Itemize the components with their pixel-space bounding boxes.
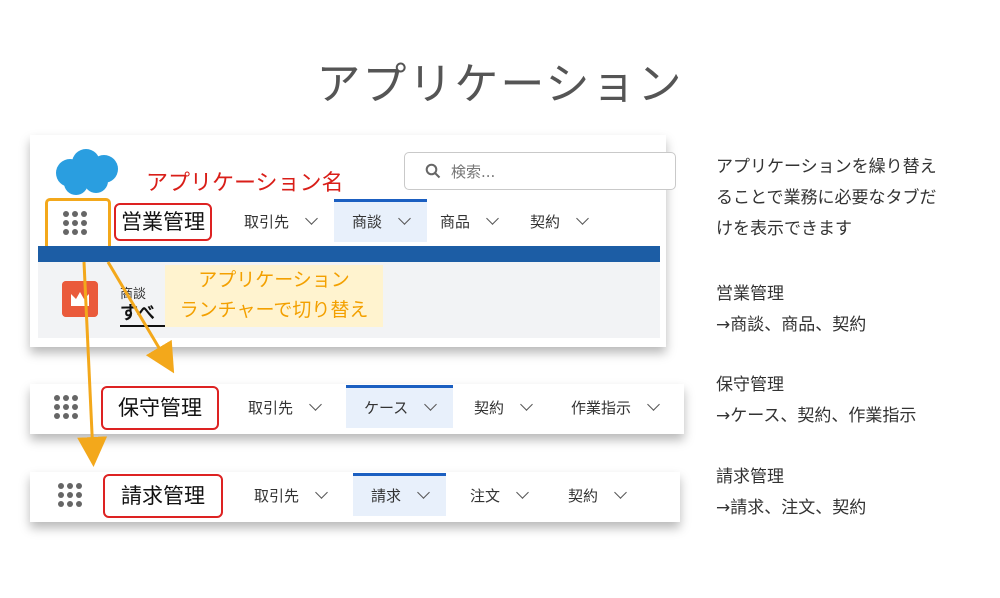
- chevron-down-icon: [398, 212, 411, 225]
- list-view-title[interactable]: すべ: [120, 299, 155, 325]
- tab-orders[interactable]: 注文: [470, 476, 529, 516]
- chevron-down-icon: [305, 212, 318, 225]
- app-name-callout: アプリケーション名: [146, 171, 344, 196]
- chevron-down-icon: [576, 212, 589, 225]
- chevron-down-icon: [614, 486, 627, 499]
- screenshot-billing-app: 請求管理 取引先 請求 注文 契約: [30, 472, 680, 522]
- chevron-down-icon: [516, 486, 529, 499]
- tab-accounts[interactable]: 取引先: [244, 202, 318, 242]
- page-title: アプリケーション: [316, 59, 684, 110]
- app-name: 請求管理: [103, 474, 223, 518]
- header-band: [38, 246, 660, 262]
- app-name: 営業管理: [114, 203, 212, 241]
- screenshot-sales-app: アプリケーション名 検索... 営業管理 取引先 商談 商品 契約 商談 すべ …: [30, 135, 676, 347]
- chevron-down-icon: [309, 398, 322, 411]
- salesforce-cloud-icon: [56, 149, 118, 195]
- intro-note: アプリケーションを繰り替え ることで業務に必要なタブだ けを表示できます: [716, 157, 937, 239]
- tab-contracts[interactable]: 契約: [568, 476, 627, 516]
- tab-work-orders[interactable]: 作業指示: [571, 388, 660, 428]
- tab-accounts[interactable]: 取引先: [254, 476, 328, 516]
- billing-note: 請求管理 →請求、注文、契約: [716, 467, 867, 518]
- search-placeholder: 検索...: [451, 163, 496, 181]
- chevron-down-icon: [417, 486, 430, 499]
- tab-accounts[interactable]: 取引先: [248, 388, 322, 428]
- search-input[interactable]: 検索...: [404, 152, 676, 190]
- app-name: 保守管理: [101, 386, 219, 430]
- chevron-down-icon: [520, 398, 533, 411]
- tab-contracts[interactable]: 契約: [474, 388, 533, 428]
- screenshot-maintenance-app: 保守管理 取引先 ケース 契約 作業指示: [30, 384, 684, 434]
- tab-contracts[interactable]: 契約: [530, 202, 589, 242]
- chevron-down-icon: [315, 486, 328, 499]
- opportunity-crown-icon: [62, 281, 98, 317]
- chevron-down-icon: [486, 212, 499, 225]
- launcher-callout: アプリケーション ランチャーで切り替え: [165, 265, 383, 327]
- search-icon: [425, 163, 441, 179]
- sales-note: 営業管理 →商談、商品、契約: [716, 284, 867, 335]
- maintenance-note: 保守管理 →ケース、契約、作業指示: [716, 375, 917, 426]
- tab-invoices[interactable]: 請求: [353, 473, 447, 516]
- app-launcher-icon[interactable]: [63, 211, 87, 235]
- tab-products[interactable]: 商品: [440, 202, 499, 242]
- tab-cases[interactable]: ケース: [346, 385, 454, 428]
- app-launcher-icon[interactable]: [54, 395, 78, 419]
- chevron-down-icon: [424, 398, 438, 411]
- app-launcher-icon[interactable]: [58, 483, 82, 507]
- chevron-down-icon: [647, 398, 660, 411]
- tab-opportunities[interactable]: 商談: [334, 199, 428, 242]
